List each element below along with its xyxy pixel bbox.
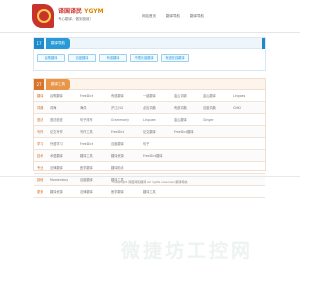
tool-link[interactable]: 论文翻译 [143,129,174,134]
watermark: 微捷坊工控网 [121,240,254,262]
tool-link[interactable]: 沪江小D [111,105,143,110]
table-row: 词典 词海 海词 沪江小D 必应词典 有道词典 百度词典 CNKI [34,102,265,114]
panel-number: 27 [34,79,44,90]
nav-button-row: 谷歌翻译 百度翻译 有道翻译 不限长度翻译 有道在线翻译 [34,49,265,62]
tool-link[interactable]: 有道词典 [174,105,203,110]
tool-link[interactable]: FreeDict [80,142,111,146]
tool-link[interactable]: 句子改写 [80,117,111,122]
row-category[interactable]: 词典 [34,105,50,110]
panel-header: 27 翻译工具 [34,79,265,90]
tool-link[interactable]: 语法检查 [50,117,80,122]
panel-title: 翻译导航 [46,38,70,49]
tool-link[interactable]: CNKI [233,106,263,110]
table-row: 语法 语法检查 句子改写 Grammarly Linguee 金山翻译 Ginger [34,114,265,126]
table-row: 翻译 谷歌翻译 FreeDict 有道翻译 一键翻译 金山词霸 金山翻译 Lingoes [34,90,265,102]
row-category[interactable]: 更多 [34,189,50,194]
panel-header: 17 翻译导航 [34,38,265,49]
tool-link[interactable]: 金山翻译 [203,93,233,98]
tool-link[interactable]: 百度翻译 [111,141,143,146]
tool-link[interactable]: 医学翻译 [80,165,111,170]
tool-link[interactable]: 法律翻译 [50,165,80,170]
tool-link[interactable]: FreeDict [80,94,111,98]
panel-title: 翻译工具 [46,79,70,90]
panel-number: 17 [34,38,44,49]
logo-icon [32,4,54,28]
tool-link[interactable]: 必应词典 [143,105,174,110]
top-nav: 网站首页 翻译导航 翻译导航 [142,14,204,19]
row-category[interactable]: 写作 [34,129,50,134]
tool-link[interactable]: Grammarly [111,118,143,122]
tool-link[interactable]: 谷歌翻译 [50,93,80,98]
row-category[interactable]: 翻译 [34,93,50,98]
nav-item-nav[interactable]: 翻译导航 [166,14,180,19]
tool-link[interactable]: 海词 [80,105,111,110]
link-button[interactable]: 百度翻译 [68,54,96,62]
tool-link[interactable]: 金山翻译 [174,117,203,122]
footer: Copyright 译国译民翻译 All rights reserved 翻译导… [0,176,300,186]
tool-link[interactable]: 有道翻译 [111,93,143,98]
row-category[interactable]: 技术 [34,153,50,158]
row-category[interactable]: 专业 [34,165,50,170]
tool-link[interactable]: 百度词典 [203,105,233,110]
link-button[interactable]: 不限长度翻译 [130,54,158,62]
tool-link[interactable]: 一键翻译 [143,93,174,98]
table-row: 写作 论文写作 写作工具 FreeDict 论文翻译 FreeDict翻译 [34,126,265,138]
tool-link[interactable]: 翻译资源 [50,189,80,194]
tool-link[interactable]: 法律翻译 [80,189,111,194]
tool-link[interactable]: Linguee [143,118,174,122]
translate-nav-panel: 17 翻译导航 谷歌翻译 百度翻译 有道翻译 不限长度翻译 有道在线翻译 [33,37,266,71]
link-button[interactable]: 有道翻译 [99,54,127,62]
tool-link[interactable]: 词海 [50,105,80,110]
tool-link[interactable]: 写作工具 [80,129,111,134]
tool-link[interactable]: 金山词霸 [174,93,203,98]
table-row: 技术 术语翻译 翻译工具 翻译资源 FreeDict翻译 [34,150,265,162]
tool-link[interactable]: 翻译工具 [80,153,111,158]
tool-link[interactable]: 翻译资源 [111,153,143,158]
tool-link[interactable]: 句子 [143,141,174,146]
translate-tools-panel: 27 翻译工具 翻译 谷歌翻译 FreeDict 有道翻译 一键翻译 金山词霸 金山翻译 Li… [33,78,266,198]
header: 译国译民 YGYM 专心翻译，做到极致！ 网站首页 翻译导航 翻译导航 [0,0,300,33]
logo[interactable]: 译国译民 YGYM 专心翻译，做到极致！ [32,4,104,28]
link-button[interactable]: 有道在线翻译 [161,54,189,62]
tool-link[interactable]: FreeDict [111,130,143,134]
panel-accent [262,38,265,49]
tool-link[interactable]: 翻译工具 [143,189,174,194]
tool-link[interactable]: Ginger [203,118,233,122]
link-button[interactable]: 谷歌翻译 [37,54,65,62]
tool-link[interactable]: 术语翻译 [50,153,80,158]
logo-title: 译国译民 YGYM [58,6,104,15]
tool-link[interactable]: FreeDict翻译 [143,153,174,158]
nav-item-nav-2[interactable]: 翻译导航 [190,14,204,19]
logo-slogan: 专心翻译，做到极致！ [58,17,93,21]
tool-link[interactable]: Lingoes [233,94,263,98]
logo-title-cn: 译国译民 [58,8,83,15]
table-row: 学习 外语学习 FreeDict 百度翻译 句子 [34,138,265,150]
table-row: 更多 翻译资源 法律翻译 医学翻译 翻译工具 [34,186,265,198]
row-category[interactable]: 学习 [34,141,50,146]
tool-link[interactable]: FreeDict翻译 [174,129,203,134]
row-category[interactable]: 语法 [34,117,50,122]
tool-link[interactable]: 翻译助手 [111,165,143,170]
tool-link[interactable]: 论文写作 [50,129,80,134]
tool-link[interactable]: 医学翻译 [111,189,143,194]
tool-link[interactable]: 外语学习 [50,141,80,146]
logo-title-en: YGYM [84,8,104,15]
nav-item-home[interactable]: 网站首页 [142,14,156,19]
table-row: 专业 法律翻译 医学翻译 翻译助手 [34,162,265,174]
